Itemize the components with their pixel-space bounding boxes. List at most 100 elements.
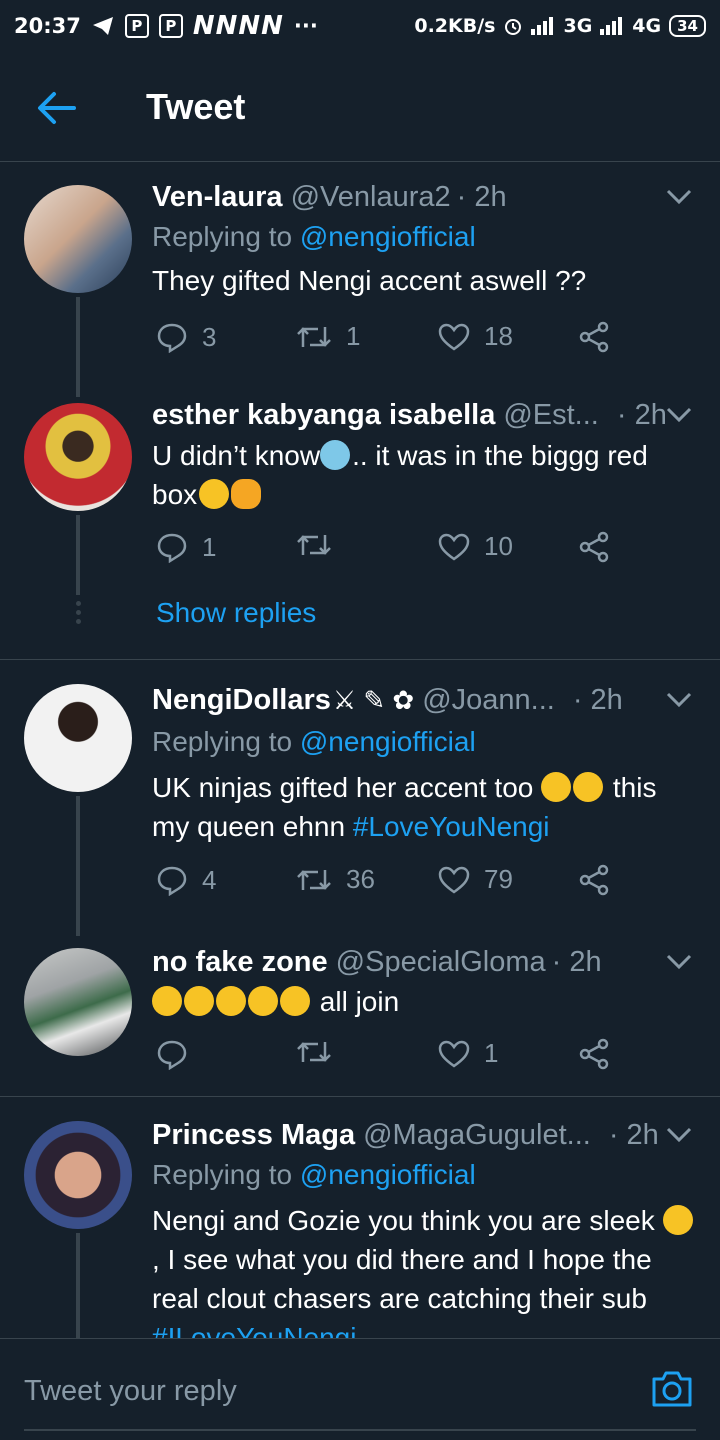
share-button[interactable] [578,321,610,353]
chevron-down-icon[interactable] [666,692,692,708]
author-handle[interactable]: @Venlaura2 [291,181,451,214]
share-button[interactable] [578,531,610,563]
thread-line [76,297,80,397]
tweet-text: They gifted Nengi accent aswell ?? [152,265,587,296]
tweet-item[interactable]: esther kabyanga isabella @Est... · 2h U … [0,395,720,660]
retweet-button[interactable]: 1 [296,321,360,352]
share-button[interactable] [578,1038,610,1070]
replying-label: Replying to [152,726,293,757]
network-3g: 3G [563,15,593,37]
author-handle[interactable]: @SpecialGloma [336,946,546,979]
retweet-count: 1 [346,321,361,351]
reply-count: 3 [202,321,217,352]
mention-link[interactable]: @nengiofficial [300,1159,476,1190]
chevron-down-icon[interactable] [666,407,692,423]
author-handle[interactable]: @Joann... [422,684,555,717]
like-button[interactable]: 1 [438,1038,498,1069]
camera-icon[interactable] [650,1369,694,1409]
heart-icon [438,1040,470,1068]
author-name[interactable]: Ven-laura [152,181,283,214]
tweet-text: U didn’t know.. it was in the biggg red … [152,436,697,514]
tears-of-joy-emoji [573,772,604,802]
signal-icon [531,17,554,35]
back-arrow-icon[interactable] [34,88,78,128]
replying-to: Replying to @nengiofficial [152,1159,476,1191]
tweet-time: · 2h [551,946,602,978]
like-button[interactable]: 10 [438,531,513,562]
tweet-text-part: , I see what you did there and I hope th… [152,1244,652,1314]
tweet-author: Ven-laura @Venlaura2 · 2h [152,181,507,214]
more-notifications-icon: ··· [293,14,318,38]
tweet-author: Princess Maga @MagaGugulet... · 2h [152,1119,659,1152]
tweet-author: NengiDollars ⚔ ✎ ✿ @Joann... · 2h [152,684,623,717]
avatar[interactable] [24,185,132,293]
replying-to: Replying to @nengiofficial [152,221,476,253]
retweet-button[interactable] [296,1038,346,1066]
reply-icon [157,533,187,563]
tweet-text: Nengi and Gozie you think you are sleek … [152,1201,697,1338]
tears-of-joy-emoji [248,986,278,1016]
reply-composer: Tweet your reply [0,1338,720,1440]
author-name[interactable]: esther kabyanga isabella [152,399,495,432]
tweet-text: all join [152,982,697,1021]
tweet-text-part: all join [319,986,400,1017]
hashtag-link[interactable]: #LoveYouNengi [353,811,550,842]
author-name[interactable]: no fake zone [152,946,328,979]
heart-icon [438,533,470,561]
like-button[interactable]: 79 [438,864,513,895]
swords-emoji: ⚔ ✎ ✿ [332,685,415,715]
replying-to: Replying to @nengiofficial [152,726,476,758]
avatar[interactable] [24,684,132,792]
like-count: 10 [484,531,513,561]
tweet-item[interactable]: NengiDollars ⚔ ✎ ✿ @Joann... · 2h Replyi… [0,660,720,936]
hashtag-link[interactable]: #ILoveYouNengi [152,1322,356,1338]
tweet-item[interactable]: Princess Maga @MagaGugulet... · 2h Reply… [0,1097,720,1338]
tweet-time: · 2h [572,684,623,716]
show-replies-link[interactable]: Show replies [156,597,316,629]
author-name[interactable]: Princess Maga [152,1119,355,1152]
page-title: Tweet [146,86,246,127]
reply-button[interactable]: 1 [156,531,216,563]
mention-link[interactable]: @nengiofficial [300,726,476,757]
app-p-icon: P [124,14,149,38]
thread-line [76,1233,80,1338]
thread-line [76,796,80,936]
reply-input-underline [24,1429,696,1431]
reply-button[interactable] [156,1038,202,1070]
reply-button[interactable]: 4 [156,864,216,896]
reply-count: 1 [202,531,217,562]
reply-button[interactable]: 3 [156,321,216,353]
tweet-item[interactable]: no fake zone @SpecialGloma · 2h all join… [0,936,720,1096]
like-button[interactable]: 18 [438,321,513,352]
chevron-down-icon[interactable] [666,189,692,205]
tweet-item[interactable]: Ven-laura @Venlaura2 · 2h Replying to @n… [0,163,720,397]
tweet-text-part: Nengi and Gozie you think you are sleek [152,1205,655,1236]
author-name[interactable]: NengiDollars [152,684,331,717]
tweet-actions: 1 10 [152,531,692,571]
avatar[interactable] [24,948,132,1056]
retweet-button[interactable] [296,531,346,559]
retweet-icon [297,1042,331,1062]
mention-link[interactable]: @nengiofficial [300,221,476,252]
tweet-author: no fake zone @SpecialGloma · 2h [152,946,602,979]
signal-icon-2 [600,17,623,35]
battery-indicator: 34 [669,15,706,37]
chevron-down-icon[interactable] [666,954,692,970]
tweet-time: · 2h [456,181,507,213]
heart-icon [438,866,470,894]
notification-letters: NNNN [192,11,284,41]
tweet-actions: 4 36 79 [152,864,692,904]
share-button[interactable] [578,864,610,896]
replying-label: Replying to [152,221,293,252]
like-count: 1 [484,1038,499,1068]
reply-input[interactable]: Tweet your reply [24,1375,237,1408]
share-icon [579,864,609,896]
author-handle[interactable]: @MagaGugulet... [363,1119,591,1152]
avatar[interactable] [24,1121,132,1229]
grinning-face-emoji [662,1205,693,1235]
chevron-down-icon[interactable] [666,1127,692,1143]
reply-icon [157,323,187,353]
retweet-button[interactable]: 36 [296,864,375,895]
avatar[interactable] [24,403,132,511]
author-handle[interactable]: @Est... [503,399,599,432]
